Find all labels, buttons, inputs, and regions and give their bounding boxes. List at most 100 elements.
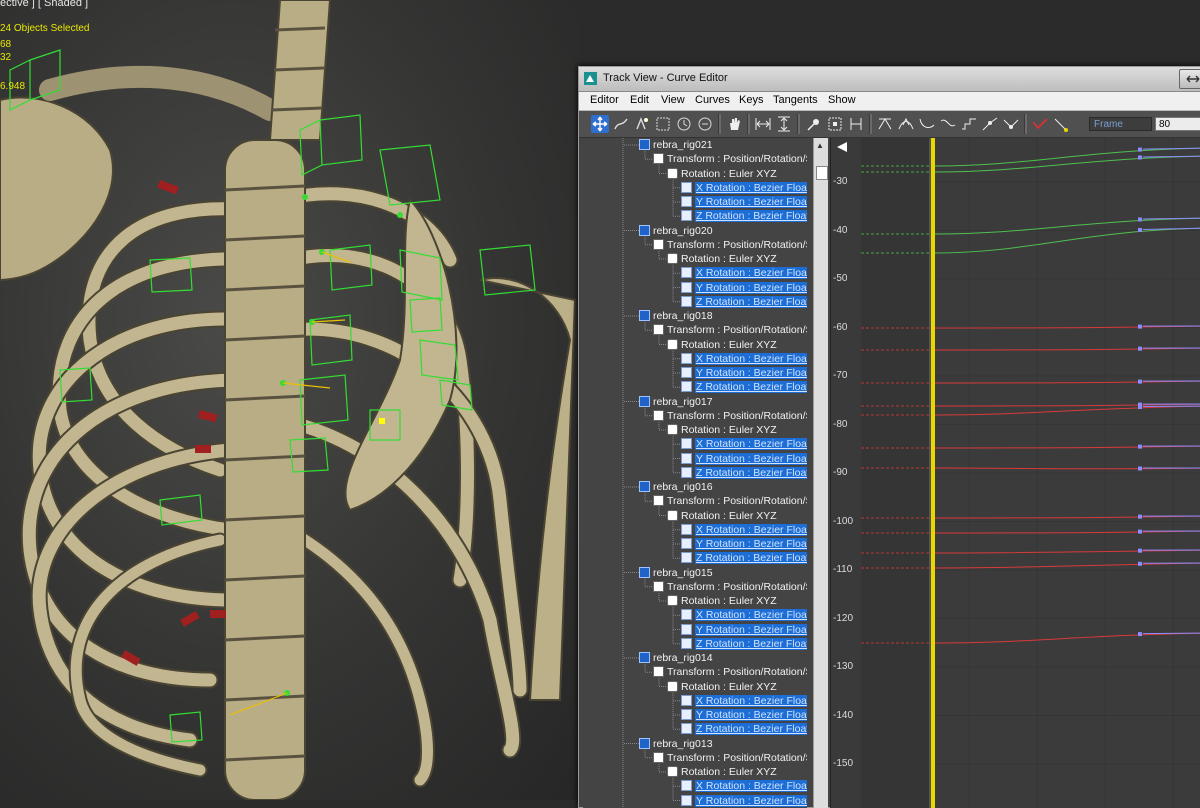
step-tangent-button[interactable] [939,115,957,133]
retime-all-button[interactable] [696,115,714,133]
tree-rotation-node[interactable]: Rotation : Euler XYZ [667,765,777,779]
tree-track-item[interactable]: Z Rotation : Bezier Float [681,380,807,394]
tree-rotation-node[interactable]: Rotation : Euler XYZ [667,252,777,266]
curve-key[interactable] [1138,549,1142,553]
restore-button[interactable] [1179,69,1200,89]
tree-track-item[interactable]: Y Rotation : Bezier Float [681,623,807,637]
draw-curves-button[interactable] [612,115,630,133]
tree-object-node[interactable]: rebra_rig017 [639,395,713,409]
curve-key[interactable] [1138,515,1142,519]
frame-input[interactable]: 80 [1155,117,1200,131]
isolate-curve-button[interactable] [805,115,823,133]
tree-track-item[interactable]: Y Rotation : Bezier Float [681,195,807,209]
pan-button[interactable] [725,115,743,133]
menu-view[interactable]: View [661,94,685,106]
tree-track-item[interactable]: Y Rotation : Bezier Float [681,452,807,466]
tree-object-node[interactable]: rebra_rig021 [639,138,713,152]
curve-key[interactable] [1138,467,1142,471]
tree-track-item[interactable]: Y Rotation : Bezier Float [681,708,807,722]
tree-track-item[interactable]: Z Rotation : Bezier Float [681,637,807,651]
tree-transform-node[interactable]: Transform : Position/Rotation/Sc [653,751,807,765]
tree-transform-node[interactable]: Transform : Position/Rotation/Sc [653,323,807,337]
tree-track-item[interactable]: Y Rotation : Bezier Float [681,366,807,380]
tree-transform-node[interactable]: Transform : Position/Rotation/Sc [653,152,807,166]
curve-key[interactable] [1138,347,1142,351]
tree-rotation-node[interactable]: Rotation : Euler XYZ [667,338,777,352]
tree-transform-node[interactable]: Transform : Position/Rotation/Sc [653,238,807,252]
tree-track-item[interactable]: X Rotation : Bezier Float [681,523,807,537]
retime-button[interactable] [675,115,693,133]
tree-transform-node[interactable]: Transform : Position/Rotation/Sc [653,665,807,679]
controller-scrollbar[interactable]: ▲ [813,138,828,808]
curve-key[interactable] [1138,217,1142,221]
curve-key[interactable] [1138,445,1142,449]
menu-edit[interactable]: Edit [630,94,649,106]
scrollbar-thumb[interactable] [816,166,828,180]
show-tangents-button[interactable] [1031,115,1049,133]
curve-key[interactable] [1138,228,1142,232]
tree-track-item[interactable]: Z Rotation : Bezier Float [681,209,807,223]
frame-horizontal-button[interactable] [754,115,772,133]
smooth-tangent-button[interactable] [897,115,915,133]
tree-track-item[interactable]: X Rotation : Bezier Float [681,437,807,451]
curve-key[interactable] [1138,530,1142,534]
viewport-perspective[interactable]: ective ] [ Shaded ] 24 Objects Selected … [0,0,580,800]
tree-object-node[interactable]: rebra_rig015 [639,566,713,580]
tree-rotation-node[interactable]: Rotation : Euler XYZ [667,594,777,608]
show-keys-button[interactable] [826,115,844,133]
tree-rotation-node[interactable]: Rotation : Euler XYZ [667,680,777,694]
tree-track-item[interactable]: X Rotation : Bezier Float [681,181,807,195]
scroll-up-icon[interactable]: ▲ [816,141,824,150]
title-bar[interactable]: Track View - Curve Editor [579,67,1200,92]
tree-track-item[interactable]: X Rotation : Bezier Float [681,352,807,366]
auto-tangent-button[interactable] [981,115,999,133]
tree-rotation-node[interactable]: Rotation : Euler XYZ [667,423,777,437]
fast-tangent-button[interactable] [876,115,894,133]
viewport-label[interactable]: ective ] [ Shaded ] [0,0,88,9]
tree-object-node[interactable]: rebra_rig013 [639,737,713,751]
curve-key[interactable] [1138,380,1142,384]
track-view-window[interactable]: Track View - Curve Editor Editor Edit Vi… [578,66,1200,808]
linear-tangent-button[interactable] [918,115,936,133]
tree-track-item[interactable]: X Rotation : Bezier Float [681,694,807,708]
tree-track-item[interactable]: X Rotation : Bezier Float [681,608,807,622]
menu-tangents[interactable]: Tangents [773,94,818,106]
curve-plot[interactable] [861,138,1200,808]
tree-transform-node[interactable]: Transform : Position/Rotation/Sc [653,580,807,594]
tree-track-item[interactable]: X Rotation : Bezier Float [681,779,807,793]
curve-key[interactable] [1138,325,1142,329]
ruler-arrow-icon[interactable] [835,140,849,154]
tree-object-node[interactable]: rebra_rig016 [639,480,713,494]
break-tangent-button[interactable] [1002,115,1020,133]
menu-editor[interactable]: Editor [590,94,619,106]
region-button[interactable] [654,115,672,133]
curve-key[interactable] [1138,562,1142,566]
move-keys-button[interactable] [591,115,609,133]
curve-key[interactable] [1138,148,1142,152]
curve-key[interactable] [1138,405,1142,409]
frame-value-button[interactable] [775,115,793,133]
tree-track-item[interactable]: Y Rotation : Bezier Float [681,537,807,551]
tree-object-node[interactable]: rebra_rig014 [639,651,713,665]
tree-rotation-node[interactable]: Rotation : Euler XYZ [667,509,777,523]
custom-tangent-button[interactable] [960,115,978,133]
tree-transform-node[interactable]: Transform : Position/Rotation/Sc [653,494,807,508]
tree-track-item[interactable]: Z Rotation : Bezier Float [681,466,807,480]
menu-keys[interactable]: Keys [739,94,763,106]
tree-object-node[interactable]: rebra_rig020 [639,224,713,238]
tree-track-item[interactable]: Y Rotation : Bezier Float [681,281,807,295]
tree-rotation-node[interactable]: Rotation : Euler XYZ [667,167,777,181]
controller-window[interactable]: rebra_rig021Transform : Position/Rotatio… [583,138,807,808]
menu-show[interactable]: Show [828,94,856,106]
curve-key[interactable] [1138,632,1142,636]
tree-track-item[interactable]: Z Rotation : Bezier Float [681,295,807,309]
curve-graph[interactable]: -30-40-50-60-70-80-90-100-110-120-130-14… [830,138,1200,808]
curve-key[interactable] [1138,155,1142,159]
slow-tangent-button[interactable] [847,115,865,133]
insert-keys-button[interactable] [633,115,651,133]
menu-curves[interactable]: Curves [695,94,730,106]
tree-track-item[interactable]: Y Rotation : Bezier Float [681,794,807,808]
tree-track-item[interactable]: Z Rotation : Bezier Float [681,722,807,736]
tree-track-item[interactable]: X Rotation : Bezier Float [681,266,807,280]
lock-tangents-button[interactable] [1052,115,1070,133]
